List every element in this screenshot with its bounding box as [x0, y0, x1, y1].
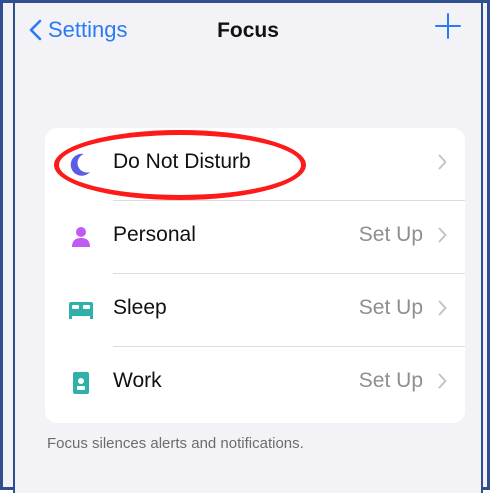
focus-screen: Settings Focus Do Not Disturb Personal S… [13, 3, 483, 493]
chevron-right-icon [438, 300, 447, 316]
plus-icon[interactable] [433, 11, 463, 41]
focus-item-sleep[interactable]: Sleep Set Up [45, 274, 465, 347]
focus-list: Do Not Disturb Personal Set Up Sleep Set… [45, 128, 465, 423]
focus-item-personal[interactable]: Personal Set Up [45, 201, 465, 274]
chevron-right-icon [438, 154, 447, 170]
focus-item-do-not-disturb[interactable]: Do Not Disturb [45, 128, 465, 201]
page-title: Focus [217, 19, 279, 42]
focus-item-value: Set Up [358, 296, 423, 319]
navigation-bar: Settings Focus [15, 3, 481, 63]
bed-icon [67, 296, 95, 324]
focus-item-label: Work [113, 369, 162, 392]
screenshot-frame: Settings Focus Do Not Disturb Personal S… [0, 0, 490, 493]
focus-item-value: Set Up [358, 369, 423, 392]
focus-item-work[interactable]: Work Set Up [45, 347, 465, 420]
focus-description: Focus silences alerts and notifications. [47, 435, 304, 452]
badge-icon [67, 369, 95, 397]
focus-item-label: Sleep [113, 296, 167, 319]
focus-item-label: Do Not Disturb [113, 150, 251, 173]
focus-item-value: Set Up [358, 223, 423, 246]
chevron-right-icon [438, 373, 447, 389]
focus-item-label: Personal [113, 223, 196, 246]
person-icon [67, 223, 95, 251]
chevron-right-icon [438, 227, 447, 243]
moon-icon [67, 150, 95, 178]
